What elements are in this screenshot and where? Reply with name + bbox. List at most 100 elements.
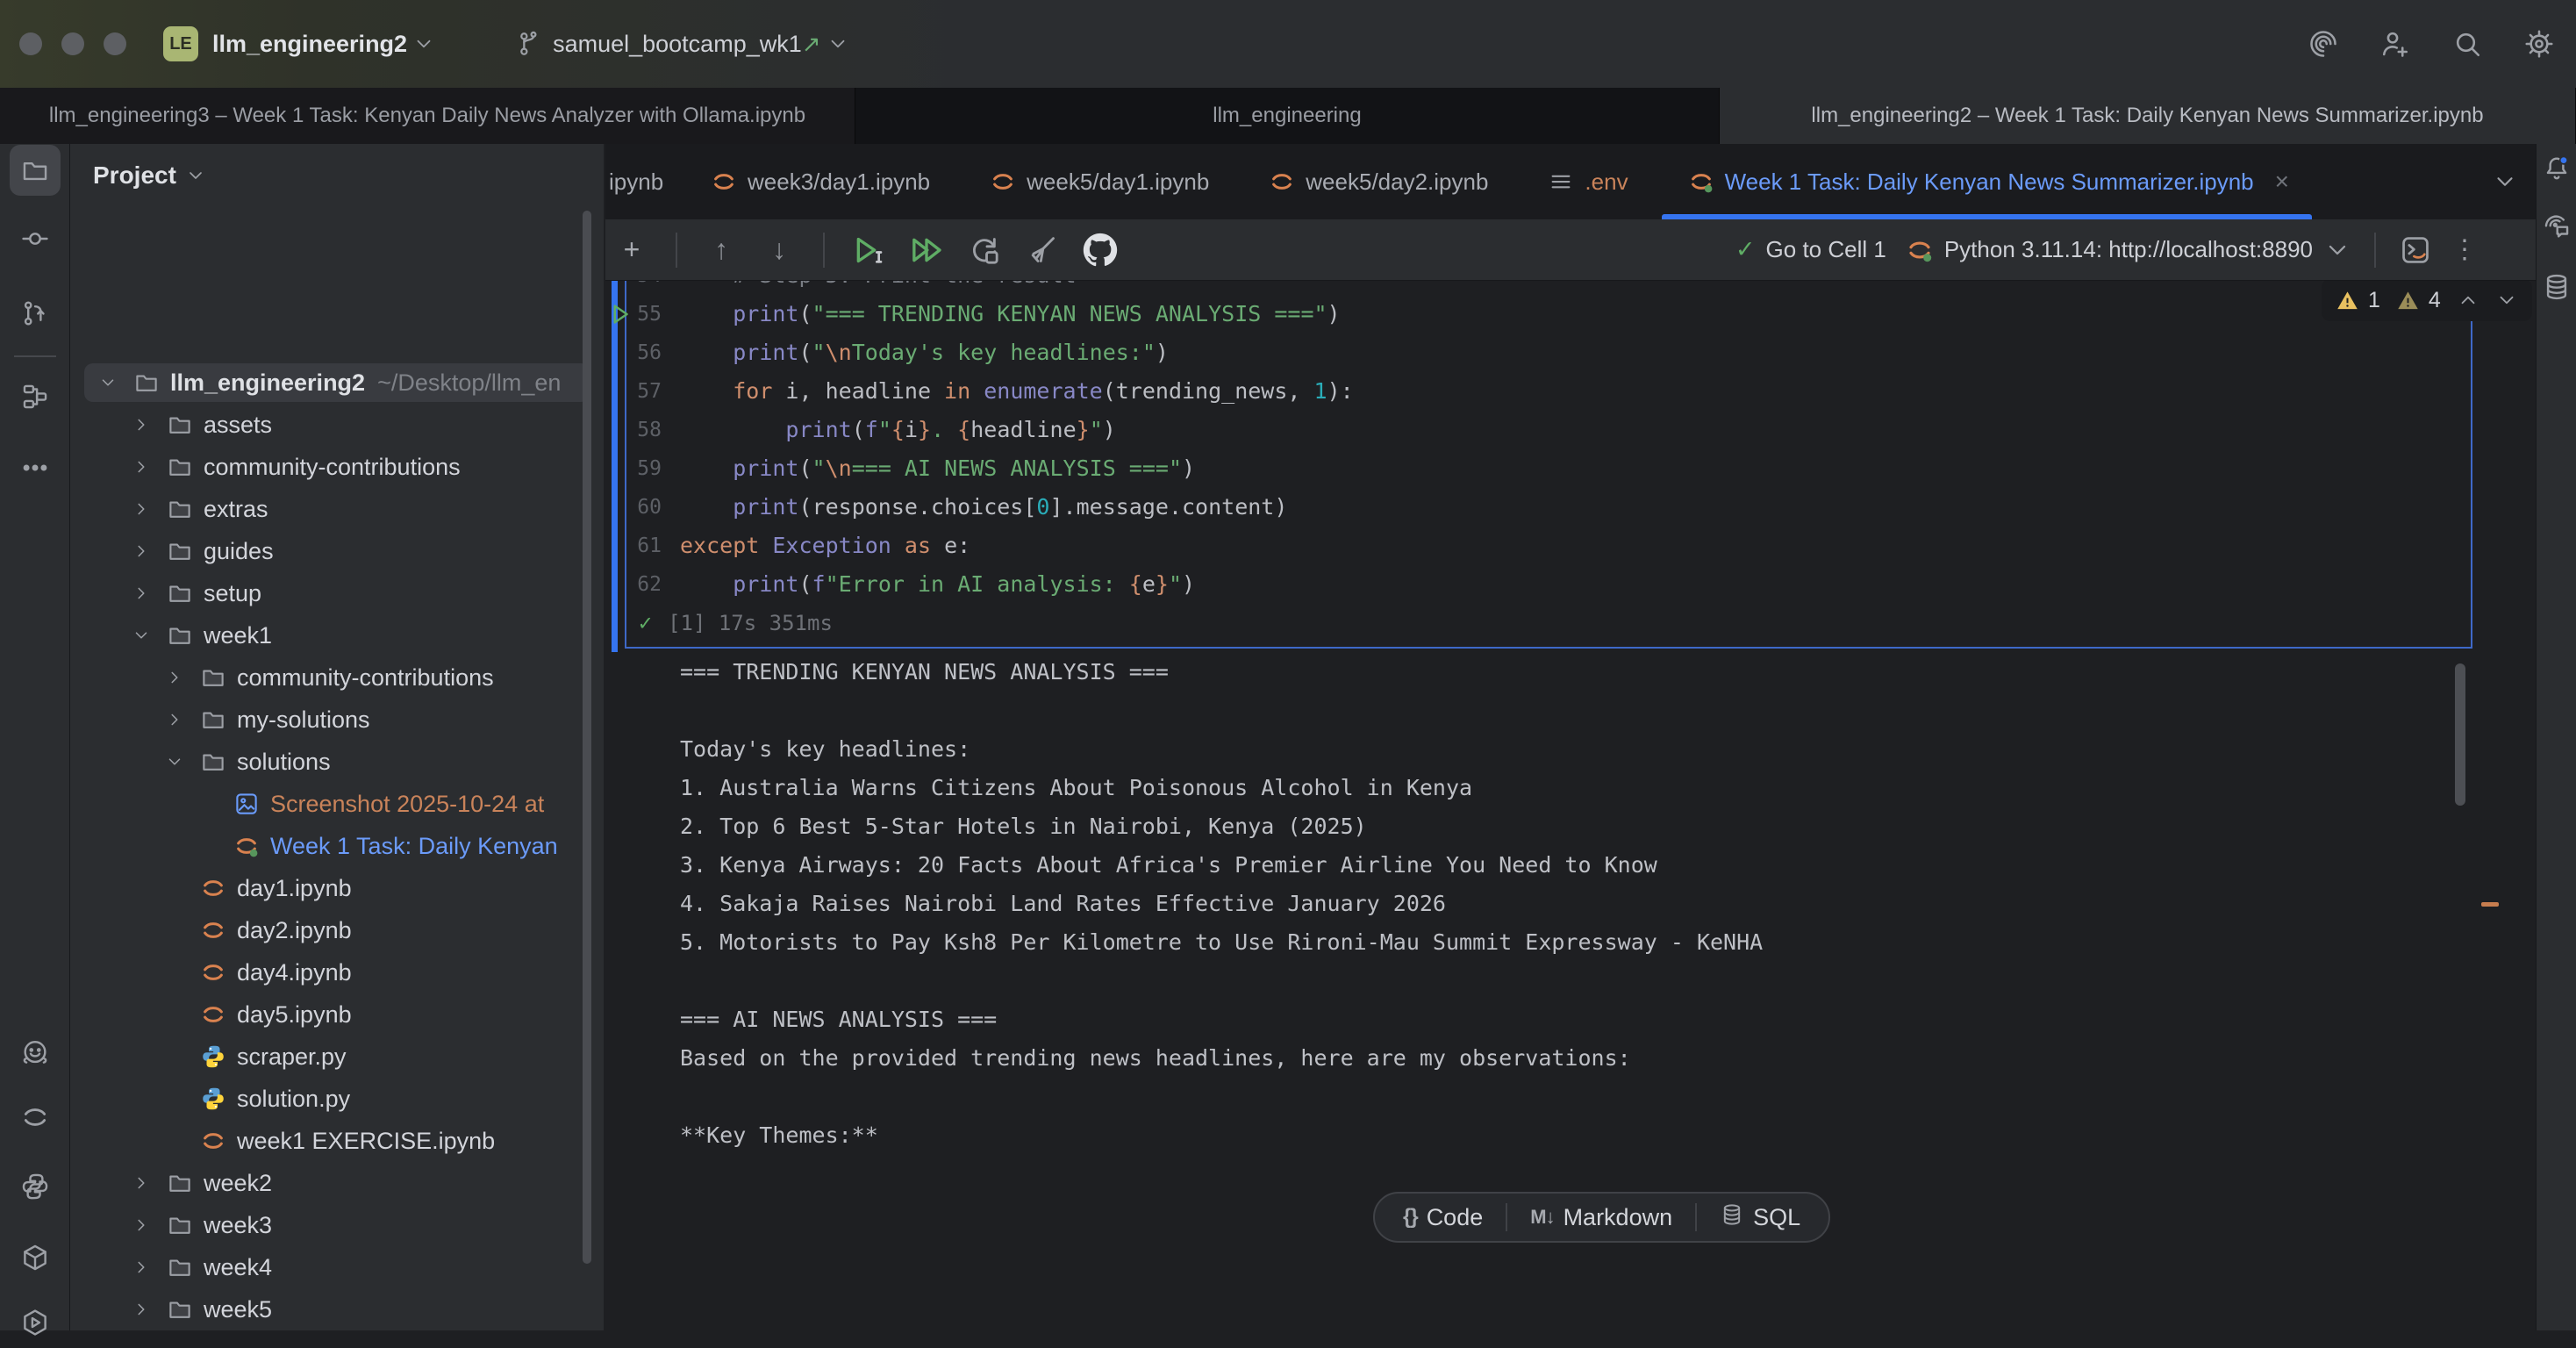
tree-item[interactable]: week2 xyxy=(70,1162,604,1204)
hexagon-play-button[interactable] xyxy=(10,1297,61,1348)
tree-chevron-icon[interactable] xyxy=(132,499,151,519)
tree-item[interactable]: community-contributions xyxy=(70,656,604,699)
code-line[interactable]: 62 print(f"Error in AI analysis: {e}") xyxy=(605,565,2536,604)
run-cell-button[interactable] xyxy=(851,233,886,268)
code-line[interactable]: 55 print("=== TRENDING KENYAN NEWS ANALY… xyxy=(605,295,2536,333)
tree-item[interactable]: community-contributions xyxy=(70,446,604,488)
chevron-down-icon[interactable] xyxy=(412,32,435,55)
tree-item[interactable]: day5.ipynb xyxy=(70,993,604,1036)
more-button[interactable] xyxy=(10,442,61,493)
code-line[interactable]: 60 print(response.choices[0].message.con… xyxy=(605,488,2536,527)
tree-item[interactable]: day1.ipynb xyxy=(70,867,604,909)
tree-item[interactable]: llm_engineering2~/Desktop/llm_en xyxy=(70,362,604,404)
tree-chevron-icon[interactable] xyxy=(132,1258,151,1277)
kernel-selector[interactable]: Python 3.11.14: http://localhost:8890 xyxy=(1906,236,2351,264)
code-line[interactable]: 59 print("\n=== AI NEWS ANALYSIS ===") xyxy=(605,449,2536,488)
jupyter-console-button[interactable] xyxy=(2399,233,2432,267)
structure-button[interactable] xyxy=(10,371,61,422)
notifications-button[interactable] xyxy=(2539,151,2574,186)
add-markdown-cell-button[interactable]: M↓Markdown xyxy=(1507,1194,1695,1241)
commit-button[interactable] xyxy=(10,213,61,264)
tree-item[interactable]: assets xyxy=(70,404,604,446)
tree-chevron-icon[interactable] xyxy=(132,1215,151,1235)
database-button[interactable] xyxy=(2539,269,2574,305)
code-line[interactable]: 58 print(f"{i}. {headline}") xyxy=(605,411,2536,449)
clear-outputs-button[interactable] xyxy=(1025,233,1060,268)
close-tab-icon[interactable]: × xyxy=(2275,168,2289,196)
tree-item[interactable]: solutions xyxy=(70,741,604,783)
previous-problem-chevron-icon[interactable] xyxy=(2457,289,2479,312)
tree-chevron-icon[interactable] xyxy=(165,668,184,687)
tree-chevron-icon[interactable] xyxy=(165,752,184,771)
version-control-button[interactable] xyxy=(10,288,61,339)
editor-tab[interactable]: .env xyxy=(1518,144,1657,219)
output-scrollbar[interactable] xyxy=(2455,663,2465,806)
code-line[interactable]: 56 print("\nToday's key headlines:") xyxy=(605,333,2536,372)
tree-chevron-icon[interactable] xyxy=(132,541,151,561)
error-stripe-mark[interactable] xyxy=(2481,902,2499,907)
tree-item[interactable]: week4 xyxy=(70,1246,604,1288)
tree-item[interactable]: day4.ipynb xyxy=(70,951,604,993)
project-panel-header[interactable]: Project xyxy=(93,161,206,190)
python-packages-button[interactable] xyxy=(10,1232,61,1283)
window-zoom-button[interactable] xyxy=(104,32,126,55)
tree-chevron-icon[interactable] xyxy=(132,584,151,603)
jupyter-tool-button[interactable] xyxy=(10,1092,61,1143)
restart-kernel-button[interactable] xyxy=(967,233,1002,268)
hidden-tabs-chevron-icon[interactable] xyxy=(2492,168,2518,195)
goto-cell-button[interactable]: ✓ Go to Cell 1 xyxy=(1735,236,1886,263)
python-console-button[interactable] xyxy=(10,1161,61,1212)
window-close-button[interactable] xyxy=(19,32,42,55)
window-tab[interactable]: llm_engineering2 – Week 1 Task: Daily Ke… xyxy=(1720,88,2576,144)
tree-item[interactable]: guides xyxy=(70,530,604,572)
tree-item[interactable]: setup xyxy=(70,572,604,614)
tree-item[interactable]: week1 EXERCISE.ipynb xyxy=(70,1120,604,1162)
tree-chevron-icon[interactable] xyxy=(132,1173,151,1193)
huggingface-button[interactable] xyxy=(10,1028,61,1079)
tree-chevron-icon[interactable] xyxy=(132,415,151,434)
editor-tab[interactable]: week5/day1.ipynb xyxy=(960,144,1239,219)
editor-tab[interactable]: Week 1 Task: Daily Kenyan News Summarize… xyxy=(1658,144,2319,219)
tree-chevron-icon[interactable] xyxy=(98,373,118,392)
project-folder-button[interactable] xyxy=(10,145,61,196)
window-tab[interactable]: llm_engineering3 – Week 1 Task: Kenyan D… xyxy=(0,88,855,144)
chevron-down-icon[interactable] xyxy=(826,32,849,55)
tree-item[interactable]: Screenshot 2025-10-24 at xyxy=(70,783,604,825)
search-icon[interactable] xyxy=(2451,28,2483,60)
editor-tab[interactable]: week5/day2.ipynb xyxy=(1239,144,1518,219)
tree-chevron-icon[interactable] xyxy=(165,710,184,729)
ai-assistant-icon[interactable] xyxy=(2308,28,2339,60)
github-icon[interactable] xyxy=(1083,233,1118,268)
tree-item[interactable]: scraper.py xyxy=(70,1036,604,1078)
tree-item[interactable]: week3 xyxy=(70,1204,604,1246)
tree-item[interactable]: week5 xyxy=(70,1288,604,1330)
window-tab[interactable]: llm_engineering xyxy=(855,88,1720,144)
code-with-me-icon[interactable] xyxy=(2379,28,2411,60)
editor-tab[interactable]: ipynb xyxy=(605,144,681,219)
add-sql-cell-button[interactable]: SQL xyxy=(1697,1194,1823,1241)
notebook-editor[interactable]: 54 # Step 5: Print the result55 print("=… xyxy=(605,281,2536,1330)
project-name[interactable]: llm_engineering2 xyxy=(212,31,407,58)
run-all-cells-button[interactable] xyxy=(909,233,944,268)
push-arrow-icon[interactable]: ↗ xyxy=(802,31,821,58)
code-line[interactable]: 57 for i, headline in enumerate(trending… xyxy=(605,372,2536,411)
tree-chevron-icon[interactable] xyxy=(132,457,151,477)
tree-item[interactable]: extras xyxy=(70,488,604,530)
ai-assistant-button[interactable] xyxy=(2539,209,2574,244)
inspections-widget[interactable]: 1 4 xyxy=(2322,281,2532,321)
move-cell-down-button[interactable]: ↓ xyxy=(762,233,797,268)
tree-item[interactable]: day2.ipynb xyxy=(70,909,604,951)
more-options-kebab-icon[interactable]: ⋮ xyxy=(2451,237,2478,263)
tree-item[interactable]: solution.py xyxy=(70,1078,604,1120)
add-cell-button[interactable]: + xyxy=(614,233,649,268)
code-line[interactable]: 54 # Step 5: Print the result xyxy=(605,281,2536,295)
move-cell-up-button[interactable]: ↑ xyxy=(704,233,739,268)
project-scrollbar[interactable] xyxy=(583,211,591,1264)
window-minimize-button[interactable] xyxy=(61,32,84,55)
tree-item[interactable]: week1 xyxy=(70,614,604,656)
next-problem-chevron-icon[interactable] xyxy=(2495,289,2518,312)
add-code-cell-button[interactable]: {}Code xyxy=(1380,1194,1506,1241)
editor-tab[interactable]: week3/day1.ipynb xyxy=(681,144,960,219)
settings-gear-icon[interactable] xyxy=(2523,28,2555,60)
tree-item[interactable]: Week 1 Task: Daily Kenyan xyxy=(70,825,604,867)
